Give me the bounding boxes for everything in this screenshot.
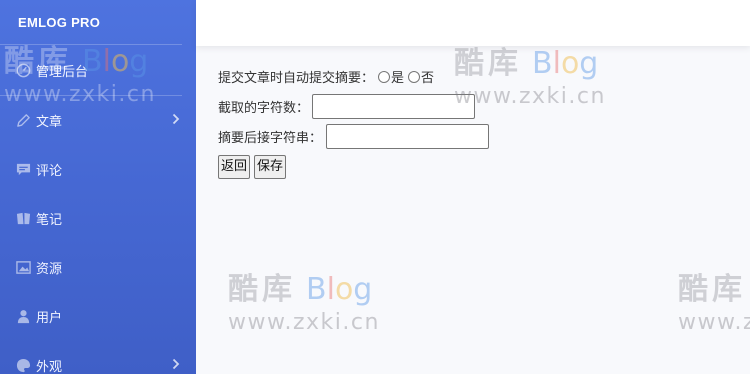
chevron-right-icon xyxy=(172,358,180,373)
sidebar: EMLOG PRO 管理后台 文章 评论 笔记 资源 用户 外观 xyxy=(0,0,196,374)
excerpt-length-row: 截取的字符数： xyxy=(218,94,476,119)
auto-excerpt-label: 提交文章时自动提交摘要： xyxy=(218,71,375,86)
sidebar-item-label: 资源 xyxy=(36,262,63,277)
sidebar-item-label: 管理后台 xyxy=(36,64,89,80)
sidebar-item-users[interactable]: 用户 xyxy=(0,292,196,341)
pencil-icon xyxy=(14,113,32,129)
save-button[interactable]: 保存 xyxy=(254,155,287,179)
sidebar-item-notes[interactable]: 笔记 xyxy=(0,194,196,243)
excerpt-length-input[interactable] xyxy=(312,94,476,119)
form-actions: 返回 保存 xyxy=(218,155,290,179)
auto-excerpt-yes-label[interactable]: 是 xyxy=(391,67,404,86)
watermark-logo: 酷库 Blog www.zxki.cn xyxy=(228,272,380,335)
palette-icon xyxy=(14,358,32,374)
comment-icon xyxy=(14,162,32,178)
sidebar-item-label: 文章 xyxy=(36,115,63,130)
sidebar-item-label: 笔记 xyxy=(36,213,63,228)
sidebar-item-comments[interactable]: 评论 xyxy=(0,145,196,194)
chevron-right-icon xyxy=(172,113,180,128)
sidebar-item-label: 外观 xyxy=(36,360,63,374)
sidebar-item-articles[interactable]: 文章 xyxy=(0,96,196,145)
dashboard-icon xyxy=(14,62,32,78)
back-button[interactable]: 返回 xyxy=(218,155,251,179)
sidebar-item-resources[interactable]: 资源 xyxy=(0,243,196,292)
excerpt-length-label: 截取的字符数： xyxy=(218,101,310,116)
auto-excerpt-yes-radio[interactable] xyxy=(378,70,391,83)
sidebar-item-label: 用户 xyxy=(36,311,63,326)
auto-excerpt-row: 提交文章时自动提交摘要： 是 否 xyxy=(218,67,434,86)
excerpt-suffix-label: 摘要后接字符串： xyxy=(218,131,323,146)
brand-title[interactable]: EMLOG PRO xyxy=(0,0,196,44)
user-icon xyxy=(14,309,32,325)
sidebar-item-label: 评论 xyxy=(36,164,63,179)
note-icon xyxy=(14,211,32,227)
watermark-logo: 酷库 Blog www.zxki.cn xyxy=(454,46,606,109)
auto-excerpt-no-radio[interactable] xyxy=(408,70,421,83)
watermark-logo: 酷库 www.zxki.cn xyxy=(678,272,750,335)
auto-excerpt-no-label[interactable]: 否 xyxy=(421,67,434,86)
topbar xyxy=(196,0,750,46)
sidebar-item-dashboard[interactable]: 管理后台 xyxy=(0,45,196,95)
excerpt-suffix-row: 摘要后接字符串： xyxy=(218,124,490,149)
sidebar-item-appearance[interactable]: 外观 xyxy=(0,341,196,374)
excerpt-suffix-input[interactable] xyxy=(326,124,490,149)
image-icon xyxy=(14,260,32,276)
